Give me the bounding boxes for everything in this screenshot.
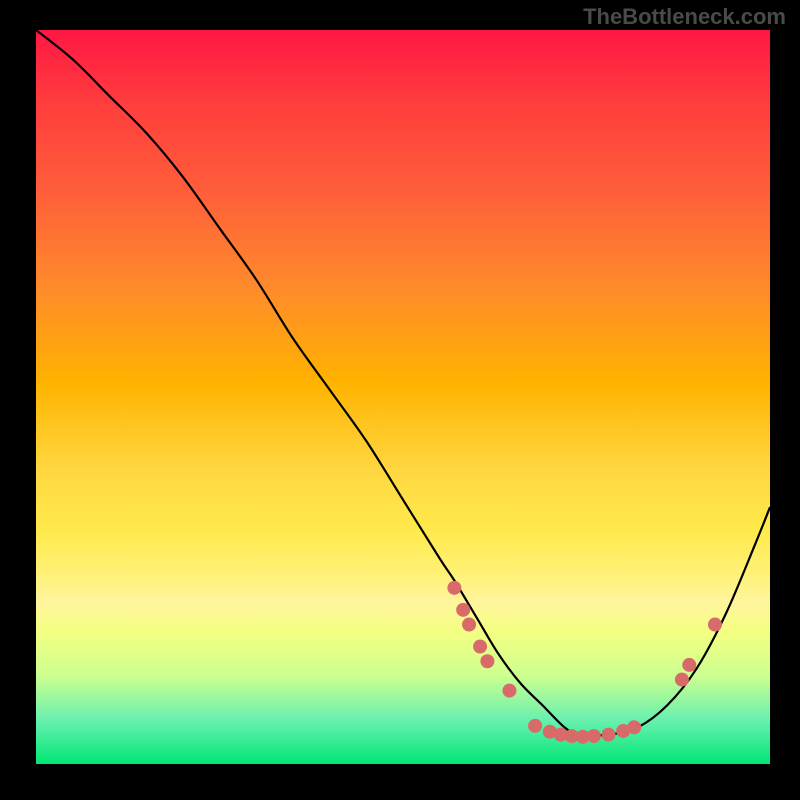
chart-marker [627, 720, 641, 734]
chart-marker [675, 673, 689, 687]
chart-marker [602, 728, 616, 742]
chart-marker [528, 719, 542, 733]
chart-marker [462, 618, 476, 632]
chart-marker [473, 640, 487, 654]
chart-marker [480, 654, 494, 668]
chart-svg-layer [36, 30, 770, 764]
chart-marker [502, 684, 516, 698]
bottleneck-curve [36, 30, 770, 736]
chart-marker [587, 729, 601, 743]
chart-plot-area [36, 30, 770, 764]
watermark-text: TheBottleneck.com [583, 4, 786, 30]
chart-marker [682, 658, 696, 672]
chart-marker [708, 618, 722, 632]
chart-marker [447, 581, 461, 595]
chart-marker [456, 603, 470, 617]
chart-markers [447, 581, 722, 744]
